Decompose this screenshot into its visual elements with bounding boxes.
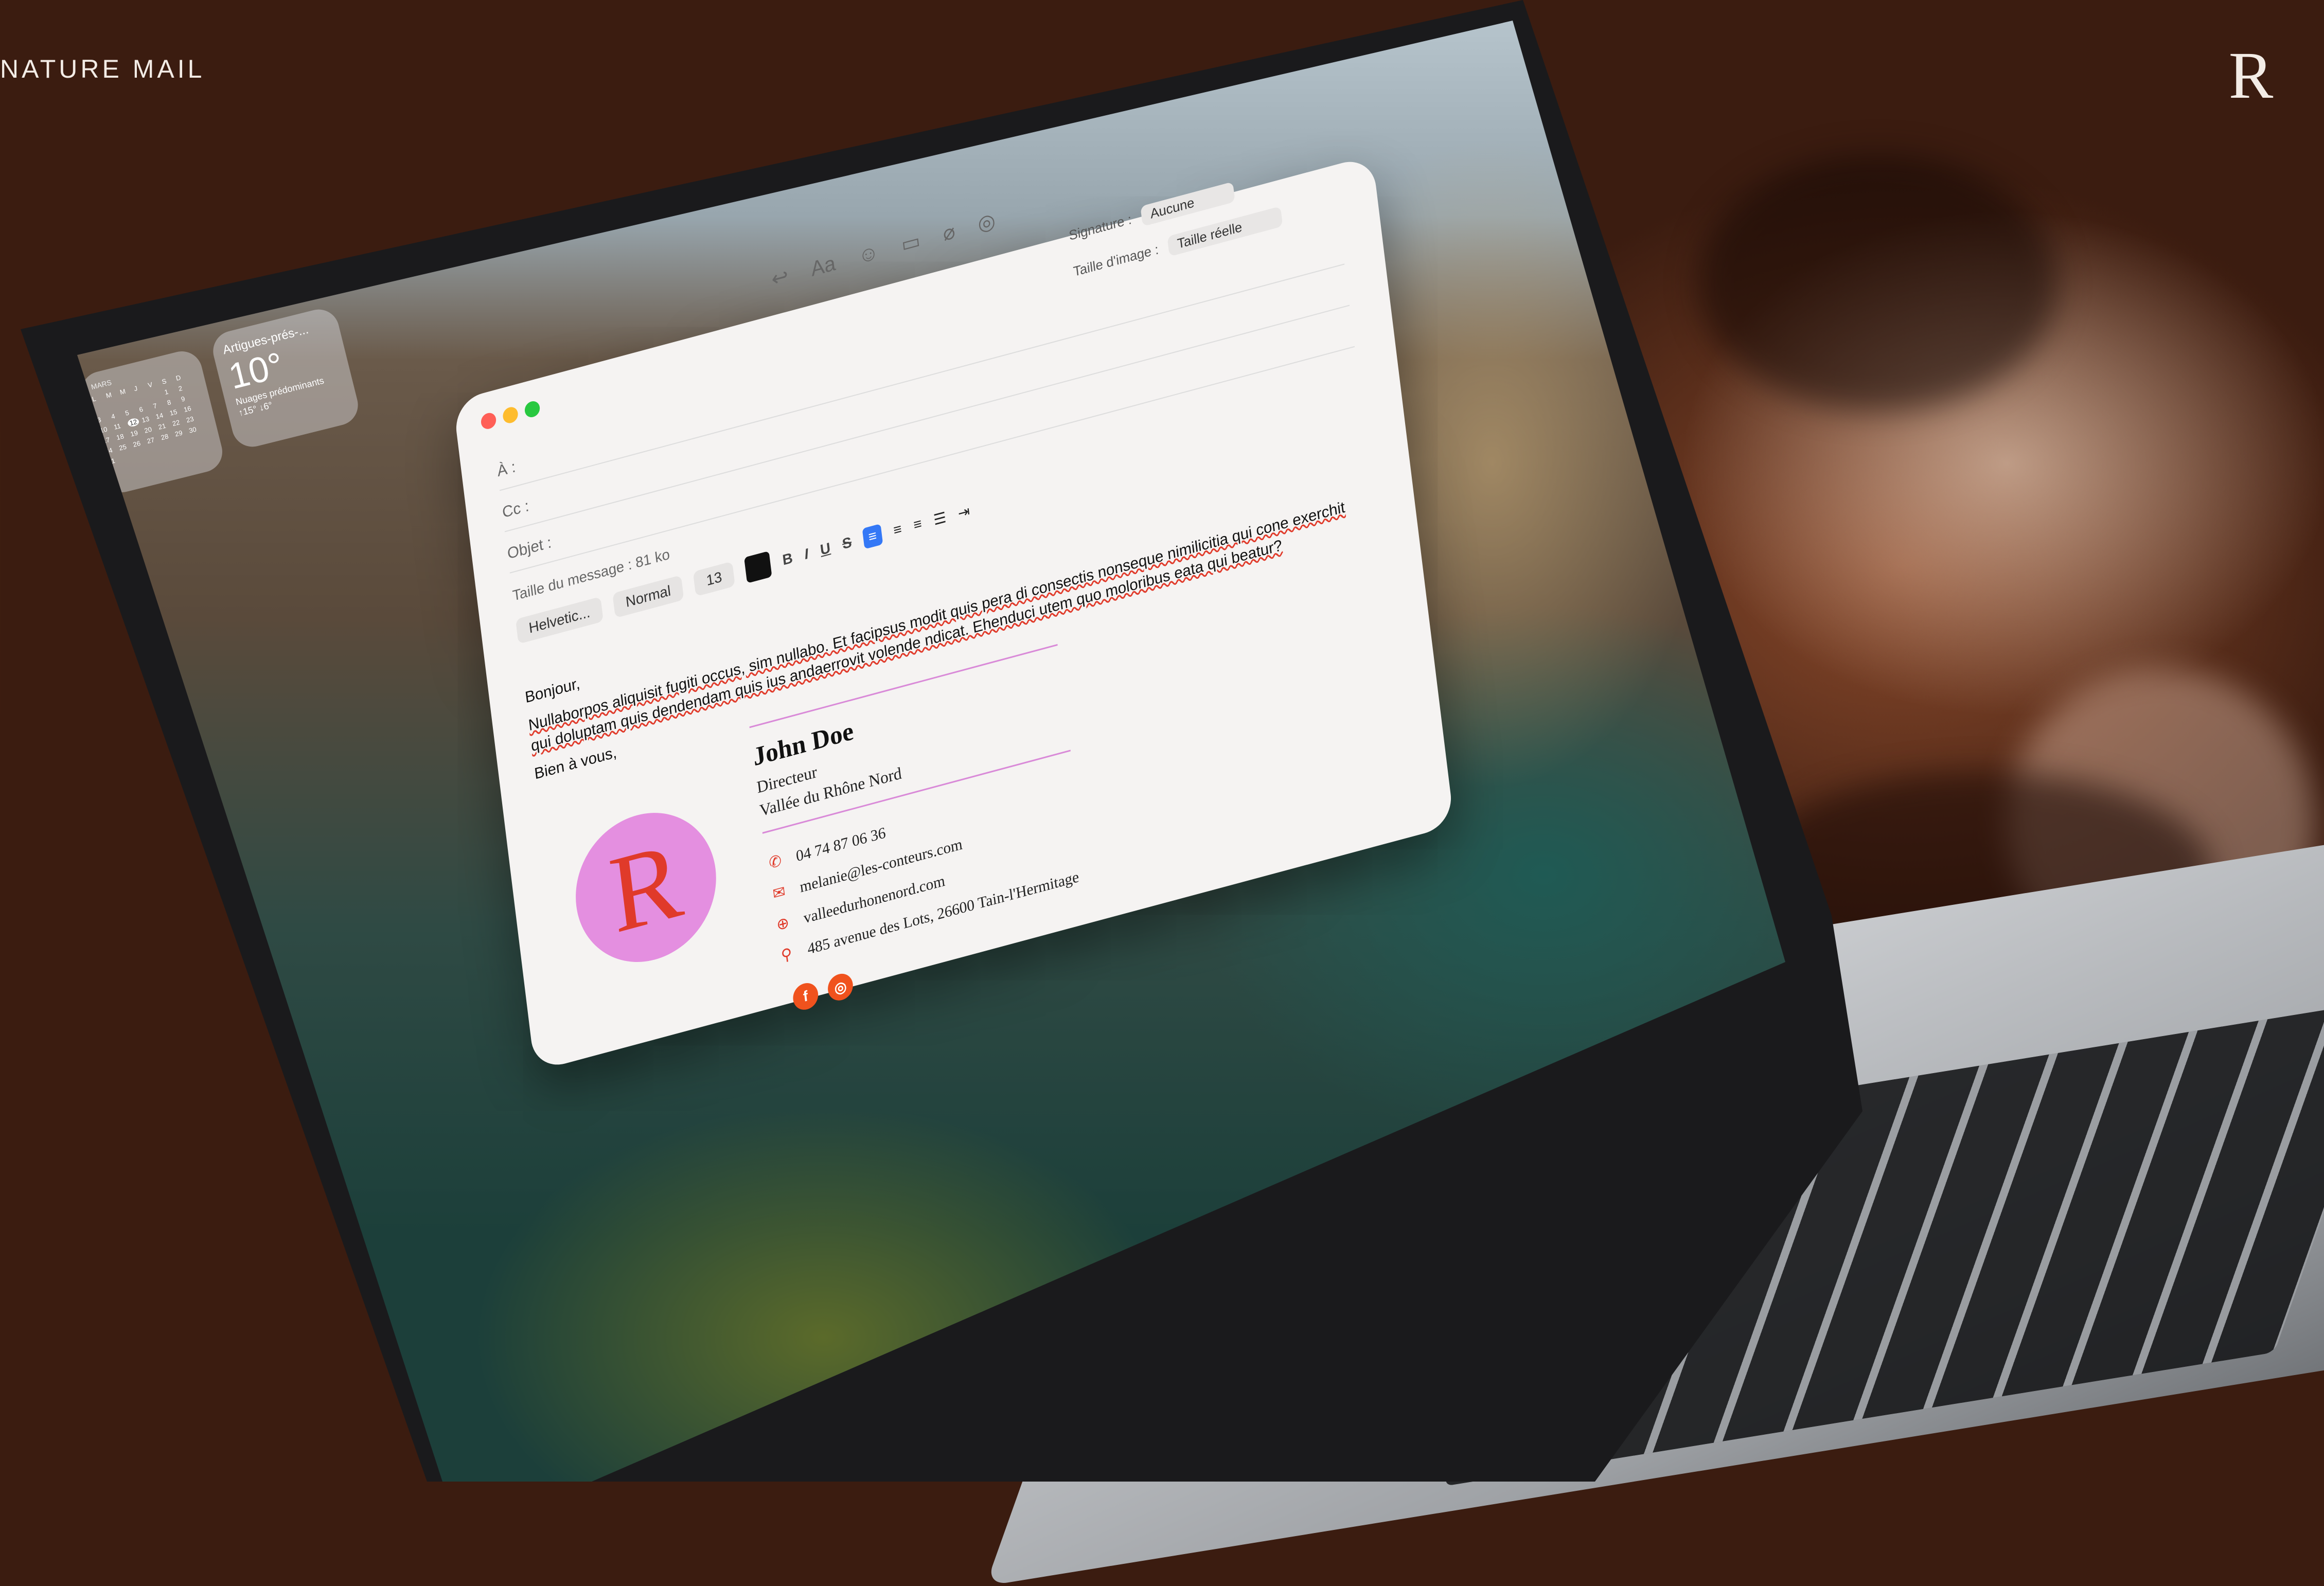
image-size-label: Taille d'image : [1072, 241, 1160, 280]
paragraph-style-select[interactable]: Normal [612, 575, 684, 618]
font-family-select[interactable]: Helvetic... [515, 596, 604, 645]
calendar-day: V [147, 380, 153, 389]
calendar-day: 19 [129, 429, 139, 438]
calendar-day: 5 [124, 408, 130, 417]
calendar-day: 27 [146, 436, 155, 445]
calendar-day: 20 [143, 425, 153, 435]
align-left-icon[interactable]: ≡ [862, 524, 883, 549]
calendar-day: J [133, 384, 138, 393]
signature-logo-letter: R [604, 817, 688, 956]
signature-logo-letter-icon: R [604, 817, 688, 956]
strikethrough-button[interactable]: S [841, 534, 853, 553]
calendar-day: 30 [188, 425, 198, 435]
cc-field[interactable]: Cc : [500, 269, 1350, 532]
social-links: f ◎ [791, 971, 855, 1013]
window-controls [480, 399, 541, 431]
calendar-day: 9 [180, 395, 186, 403]
italic-button[interactable]: I [804, 545, 809, 563]
calendar-day [136, 393, 149, 403]
calendar-day: 4 [110, 412, 116, 421]
signature-dropdown[interactable]: Aucune [1140, 182, 1235, 227]
to-label: À : [496, 458, 517, 480]
indent-icon[interactable]: ⇥ [957, 502, 971, 522]
signature-logo: R [567, 796, 724, 978]
calendar-day [122, 396, 135, 406]
bold-button[interactable]: B [782, 549, 793, 568]
calendar-day: 16 [183, 404, 192, 414]
calendar-day: D [175, 373, 182, 382]
calendar-day: 29 [174, 429, 184, 438]
underline-button[interactable]: U [819, 540, 831, 559]
more-icon[interactable]: ◎ [977, 208, 997, 237]
compose-toolbar: ↩ Aa ☺ ▭ ⌀ ◎ [770, 208, 997, 292]
calendar-day [94, 403, 107, 414]
layout-icon[interactable]: ▭ [900, 228, 921, 257]
brand-title: NATURE MAIL [0, 55, 205, 83]
envelope-icon: ✉ [772, 883, 787, 903]
calendar-day: 15 [169, 407, 178, 417]
brand-logo-icon: R [2229, 39, 2274, 111]
calendar-day: 28 [160, 432, 169, 442]
calendar-day: 7 [152, 401, 158, 411]
calendar-day: M [119, 387, 127, 396]
subject-label: Objet : [506, 533, 553, 563]
font-button[interactable]: Aa [810, 252, 837, 281]
smiley-icon[interactable]: ☺ [857, 240, 880, 269]
instagram-icon[interactable]: ◎ [826, 971, 855, 1004]
facebook-icon[interactable]: f [791, 980, 820, 1013]
align-right-icon[interactable]: ≡ [913, 515, 923, 533]
brand-logo-letter: R [2229, 39, 2274, 111]
calendar-day: L [91, 395, 97, 403]
calendar-day: 14 [155, 411, 164, 421]
calendar-day: 18 [115, 432, 125, 442]
globe-icon: ⊕ [775, 914, 790, 934]
calendar-day [150, 389, 163, 400]
calendar-day: 23 [185, 415, 195, 424]
calendar-day: 22 [171, 418, 181, 428]
close-button[interactable] [480, 411, 497, 431]
reply-icon[interactable]: ↩ [770, 264, 790, 292]
calendar-day: 6 [138, 405, 144, 414]
calendar-day: 26 [132, 439, 141, 449]
calendar-day: 2 [178, 384, 183, 393]
cc-label: Cc : [501, 497, 530, 522]
calendar-day: 8 [166, 398, 172, 407]
minimize-button[interactable] [502, 405, 519, 425]
calendar-day [108, 400, 120, 410]
phone-icon: ✆ [768, 852, 783, 872]
list-icon[interactable]: ☰ [933, 508, 947, 529]
calendar-day: 12 [127, 417, 140, 428]
align-center-icon[interactable]: ≡ [893, 521, 903, 539]
calendar-day: 13 [140, 415, 150, 424]
calendar-day: S [161, 377, 168, 386]
zoom-button[interactable] [524, 399, 541, 419]
weather-widget[interactable]: Artigues-prés-... 10° Nuages prédominant… [208, 305, 363, 451]
calendar-day: 25 [118, 442, 128, 452]
calendar-day: M [105, 390, 113, 400]
signature-label: Signature : [1068, 211, 1132, 244]
font-size-select[interactable]: 13 [693, 561, 736, 597]
paperclip-icon[interactable]: ⌀ [942, 219, 956, 246]
location-pin-icon: ⚲ [780, 945, 793, 965]
text-color-swatch[interactable] [744, 550, 772, 583]
calendar-day: 1 [164, 387, 169, 397]
sofa-fold [1698, 154, 2058, 412]
calendar-day: 21 [157, 421, 167, 431]
calendar-day: 11 [113, 422, 122, 431]
mail-compose-window[interactable]: ↑ ↩ Aa ☺ ▭ ⌀ ◎ Signature : Aucune Taille… [453, 29, 1454, 1072]
